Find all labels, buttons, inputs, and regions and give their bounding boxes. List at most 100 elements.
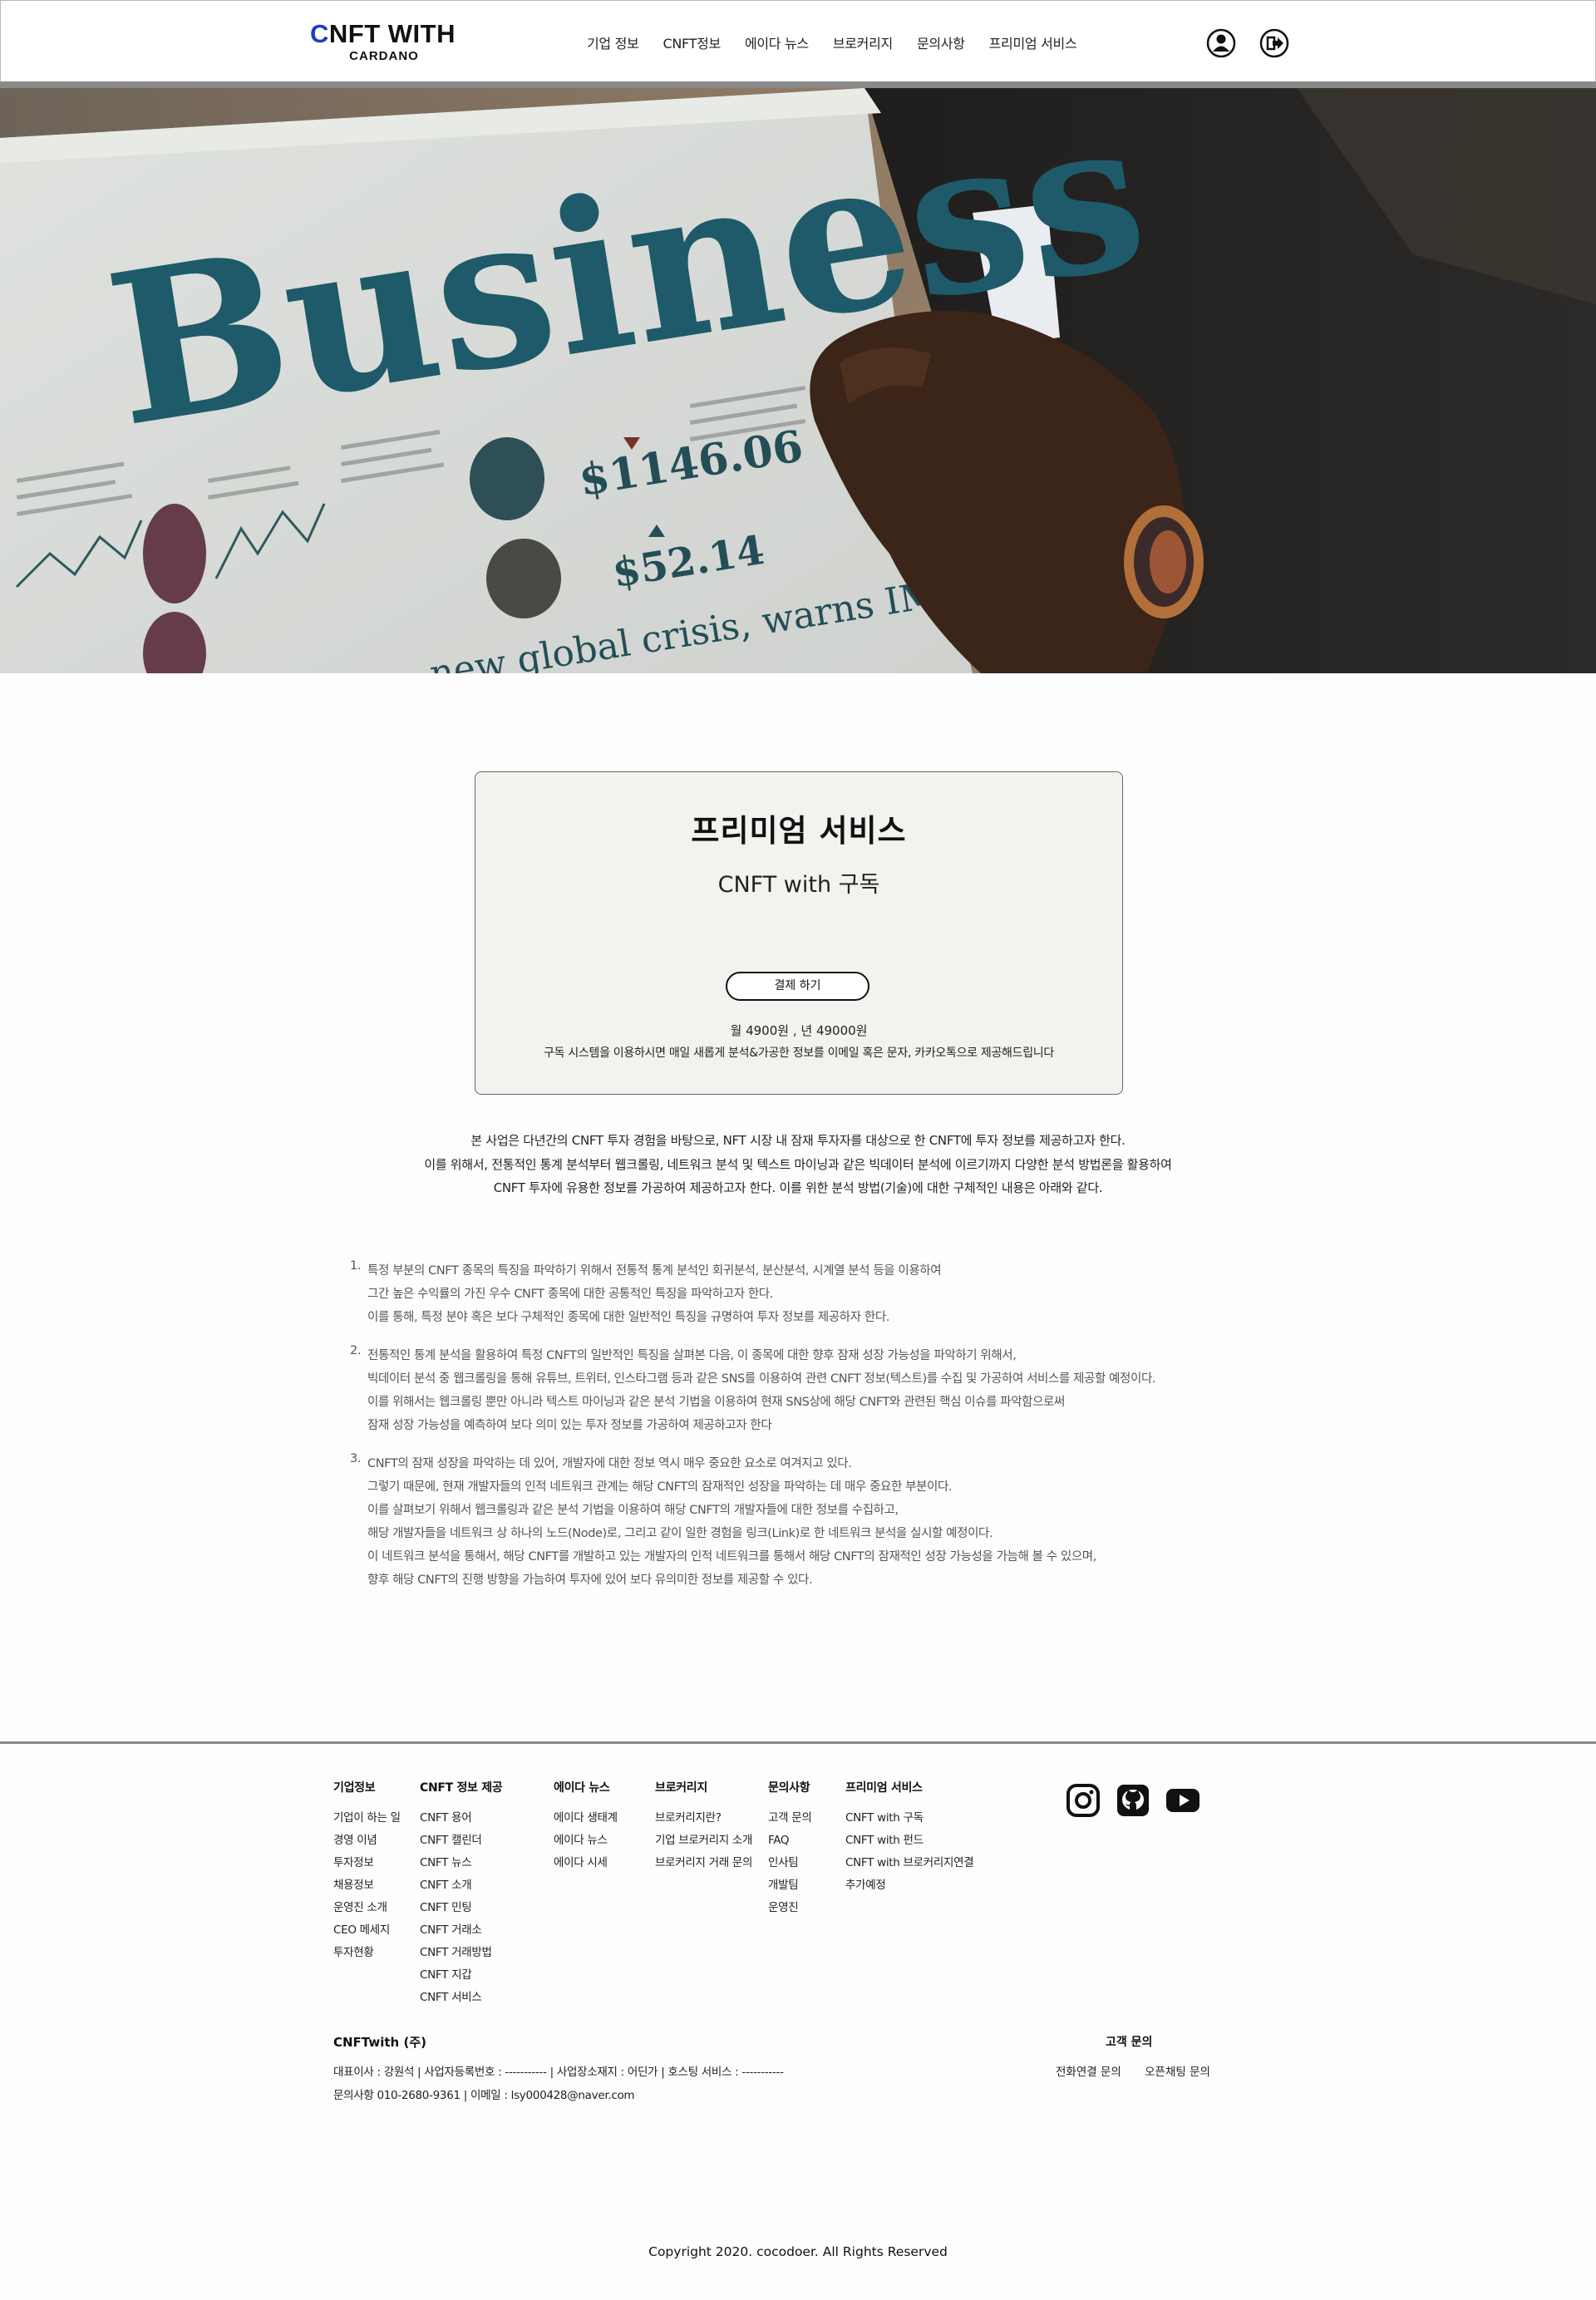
method-line: 향후 해당 CNFT의 진행 방향을 가늠하여 투자에 있어 보다 유의미한 정… [367, 1574, 813, 1587]
logo-sub: CARDANO [349, 49, 419, 63]
footer-link[interactable]: CNFT with 펀드 [845, 1830, 973, 1852]
intro-text: 본 사업은 다년간의 CNFT 투자 경험을 바탕으로, NFT 시장 내 잠재… [0, 1129, 1596, 1200]
method-number: 1. [350, 1259, 362, 1273]
main-nav: 기업 정보 CNFT정보 에이다 뉴스 브로커리지 문의사항 프리미엄 서비스 [587, 32, 1101, 52]
method-line: 그렇기 때문에, 현재 개발자들의 인적 네트워크 관계는 해당 CNFT의 잠… [367, 1480, 953, 1494]
method-line: 이 네트워크 분석을 통해서, 해당 CNFT를 개발하고 있는 개발자의 인적… [367, 1550, 1096, 1564]
customer-support-title: 고객 문의 [1106, 2036, 1153, 2049]
footer-col-title: 프리미엄 서비스 [845, 1781, 923, 1795]
method-line: 그간 높은 수익률의 가진 우수 CNFT 종목에 대한 공통적인 특징을 파악… [367, 1288, 773, 1301]
youtube-icon[interactable] [1165, 1783, 1200, 1818]
nav-item-premium[interactable]: 프리미엄 서비스 [989, 32, 1077, 52]
nav-item-inquiry[interactable]: 문의사항 [917, 32, 965, 52]
customer-support-links: 전화연결 문의 오픈채팅 문의 [1056, 2062, 1230, 2079]
footer-link[interactable]: 브로커리지란? [655, 1807, 752, 1830]
footer-link[interactable]: CNFT 민팅 [420, 1897, 502, 1919]
premium-title: 프리미엄 서비스 [691, 813, 907, 849]
copyright: Copyright 2020. cocodoer. All Rights Res… [648, 2244, 948, 2259]
footer-link[interactable]: 에이다 시세 [554, 1852, 618, 1874]
nav-item-company[interactable]: 기업 정보 [587, 32, 639, 52]
hero-image: Business $1146.06 $52.14 new global cris… [0, 88, 1596, 673]
nav-item-brokerage[interactable]: 브로커리지 [833, 32, 893, 52]
nav-item-ada-news[interactable]: 에이다 뉴스 [745, 32, 809, 52]
footer-link[interactable]: 고객 문의 [768, 1807, 812, 1830]
company-name: CNFTwith (주) [333, 2035, 426, 2050]
method-line: 이를 통해, 특정 분야 혹은 보다 구체적인 종목에 대한 일반적인 특징을 … [367, 1311, 889, 1324]
footer-link[interactable]: 운영진 [768, 1897, 811, 1919]
footer-link[interactable]: 경영 이념 [333, 1830, 401, 1852]
method-line: CNFT의 잠재 성장을 파악하는 데 있어, 개발자에 대한 정보 역시 매우… [367, 1457, 852, 1470]
site-header: CNFT WITH CARDANO 기업 정보 CNFT정보 에이다 뉴스 브로… [0, 0, 1596, 86]
footer-link[interactable]: 기업이 하는 일 [333, 1807, 401, 1830]
method-line: 이를 살펴보기 위해서 웹크롤링과 같은 분석 기법을 이용하여 해당 CNFT… [367, 1504, 899, 1517]
method-line: 이를 위해서는 웹크롤링 뿐만 아니라 텍스트 마이닝과 같은 분석 기법을 이… [367, 1396, 1065, 1409]
footer-link[interactable]: 투자현황 [333, 1942, 401, 1964]
method-item: 2. 전통적인 통계 분석을 활용하여 특정 CNFT의 일반적인 특징을 살펴… [350, 1344, 1281, 1437]
intro-line: CNFT 투자에 유용한 정보를 가공하여 제공하고자 한다. 이를 위한 분석… [493, 1180, 1103, 1195]
footer-col-company: 기업정보 기업이 하는 일 경영 이념 투자정보 채용정보 운영진 소개 CEO… [333, 1779, 401, 1964]
premium-description: 구독 시스템을 이용하시면 매일 새롭게 분석&가공한 정보를 이메일 혹은 문… [544, 1047, 1054, 1060]
footer-col-inquiry: 문의사항 고객 문의 FAQ 인사팀 개발팀 운영진 [768, 1779, 812, 1919]
method-item: 3. CNFT의 잠재 성장을 파악하는 데 있어, 개발자에 대한 정보 역시… [350, 1452, 1281, 1592]
footer-link[interactable]: CNFT 거래방법 [420, 1942, 502, 1964]
footer-link[interactable]: CNFT 서비스 [420, 1987, 502, 2009]
footer-link[interactable]: 개발팀 [768, 1874, 811, 1897]
footer-col-title: 문의사항 [768, 1781, 810, 1795]
user-icon[interactable] [1206, 28, 1236, 58]
footer-link[interactable]: 인사팀 [768, 1852, 811, 1874]
pay-button[interactable]: 결제 하기 [726, 972, 869, 1001]
premium-card: 프리미엄 서비스 CNFT with 구독 결제 하기 월 4900원 , 년 … [475, 771, 1123, 1095]
footer-col-cnft: CNFT 정보 제공 CNFT 용어 CNFT 캘린더 CNFT 뉴스 CNFT… [420, 1779, 503, 2009]
footer-col-title: CNFT 정보 제공 [420, 1781, 503, 1795]
logout-icon[interactable] [1259, 28, 1289, 58]
method-item: 1. 특정 부분의 CNFT 종목의 특징을 파악하기 위해서 전통적 통계 분… [350, 1259, 1281, 1329]
footer-link[interactable]: 에이다 생태계 [554, 1807, 618, 1830]
footer-link[interactable]: 투자정보 [333, 1852, 401, 1874]
footer-link[interactable]: CNFT with 브로커리지연결 [845, 1852, 974, 1874]
footer-link[interactable]: CNFT 지갑 [420, 1964, 502, 1987]
nav-item-cnft[interactable]: CNFT정보 [663, 32, 721, 52]
methods-list: 1. 특정 부분의 CNFT 종목의 특징을 파악하기 위해서 전통적 통계 분… [350, 1259, 1281, 1607]
logo-main: CNFT WITH [310, 19, 456, 48]
footer-col-brokerage: 브로커리지 브로커리지란? 기업 브로커리지 소개 브로커리지 거래 문의 [655, 1779, 752, 1874]
footer-link[interactable]: FAQ [768, 1830, 811, 1852]
footer-link[interactable]: 기업 브로커리지 소개 [655, 1830, 752, 1852]
footer-col-title: 기업정보 [333, 1781, 376, 1795]
footer-link[interactable]: 추가예정 [845, 1874, 973, 1897]
instagram-icon[interactable] [1066, 1783, 1101, 1818]
footer-link[interactable]: 에이다 뉴스 [554, 1830, 618, 1852]
phone-inquiry-link[interactable]: 전화연결 문의 [1056, 2066, 1121, 2079]
method-number: 2. [350, 1344, 362, 1357]
company-info: 대표이사 : 강원석 | 사업자등록번호 : ----------- | 사업장… [333, 2061, 784, 2107]
footer-link[interactable]: CNFT 용어 [420, 1807, 502, 1830]
footer-link[interactable]: CNFT 뉴스 [420, 1852, 502, 1874]
method-line: 빅데이터 분석 중 웹크롤링을 통해 유튜브, 트위터, 인스타그램 등과 같은… [367, 1372, 1156, 1386]
footer-link[interactable]: CNFT 거래소 [420, 1919, 502, 1942]
footer-link[interactable]: CNFT 소개 [420, 1874, 502, 1897]
footer-link[interactable]: CNFT with 구독 [845, 1807, 973, 1830]
header-divider [0, 81, 1596, 88]
premium-price: 월 4900원 , 년 49000원 [730, 1023, 868, 1038]
premium-subtitle: CNFT with 구독 [717, 872, 880, 898]
intro-line: 이를 위해서, 전통적인 통계 분석부터 웹크롤링, 네트워크 분석 및 텍스트… [424, 1156, 1172, 1172]
method-line: 잠재 성장 가능성을 예측하여 보다 의미 있는 투자 정보를 가공하여 제공하… [367, 1419, 772, 1432]
intro-line: 본 사업은 다년간의 CNFT 투자 경험을 바탕으로, NFT 시장 내 잠재… [470, 1133, 1126, 1148]
footer-link[interactable]: 운영진 소개 [333, 1897, 401, 1919]
footer-link[interactable]: 브로커리지 거래 문의 [655, 1852, 752, 1874]
footer-divider [0, 1741, 1596, 1744]
footer-col-title: 브로커리지 [655, 1781, 707, 1795]
footer-col-ada: 에이다 뉴스 에이다 생태계 에이다 뉴스 에이다 시세 [554, 1779, 618, 1874]
footer-col-premium: 프리미엄 서비스 CNFT with 구독 CNFT with 펀드 CNFT … [845, 1779, 974, 1897]
github-icon[interactable] [1116, 1783, 1150, 1818]
footer-link[interactable]: CEO 메세지 [333, 1919, 401, 1942]
company-info-line: 문의사항 010-2680-9361 | 이메일 : lsy000428@nav… [333, 2089, 635, 2102]
method-line: 전통적인 통계 분석을 활용하여 특정 CNFT의 일반적인 특징을 살펴본 다… [367, 1349, 1017, 1362]
method-line: 해당 개발자들을 네트워크 상 하나의 노드(Node)로, 그리고 같이 일한… [367, 1527, 993, 1540]
footer-link[interactable]: 채용정보 [333, 1874, 401, 1897]
footer-link[interactable]: CNFT 캘린더 [420, 1830, 502, 1852]
company-info-line: 대표이사 : 강원석 | 사업자등록번호 : ----------- | 사업장… [333, 2066, 784, 2079]
method-number: 3. [350, 1452, 362, 1465]
logo[interactable]: CNFT WITH CARDANO [310, 19, 468, 64]
method-line: 특정 부분의 CNFT 종목의 특징을 파악하기 위해서 전통적 통계 분석인 … [367, 1264, 942, 1278]
open-chat-inquiry-link[interactable]: 오픈채팅 문의 [1145, 2066, 1210, 2079]
